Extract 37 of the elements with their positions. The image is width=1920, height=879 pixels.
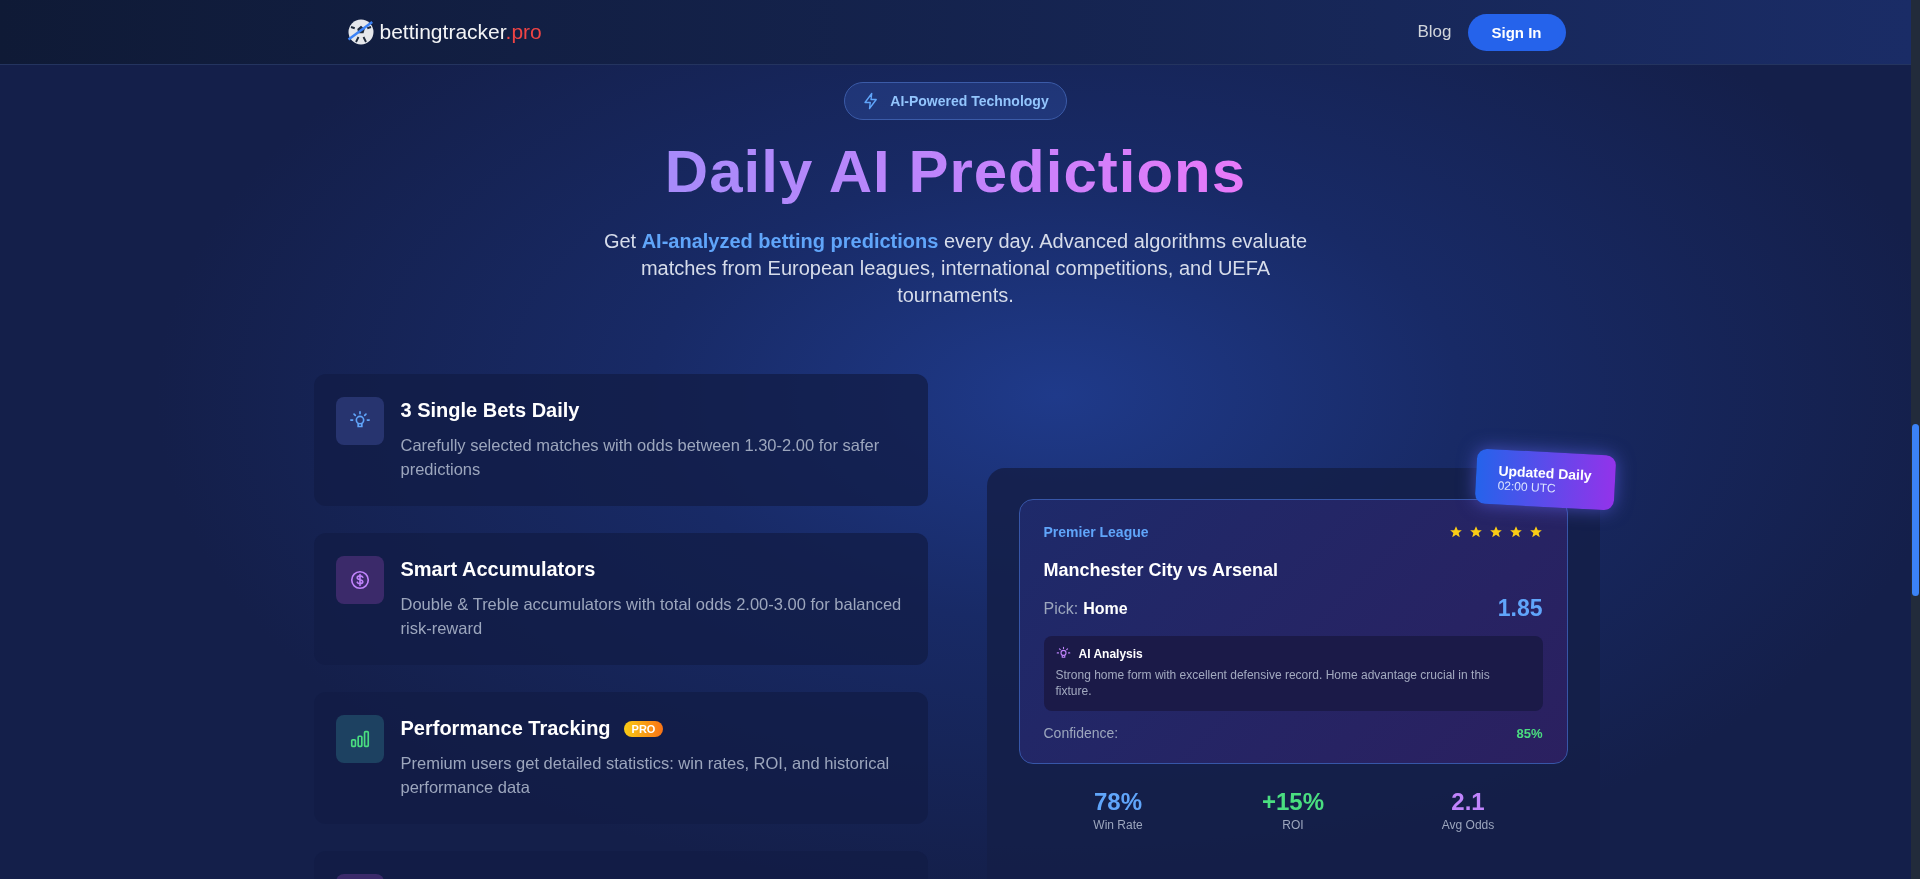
feature-title: Smart Accumulators [400,558,596,581]
stat-label: Win Rate [1092,818,1144,832]
feature-description: Carefully selected matches with odds between 1.30-2.00 for safer predictions [400,435,881,480]
dollar-icon [348,569,371,591]
lightbulb-icon [1055,646,1071,661]
star-icon [1508,525,1523,539]
sign-in-button[interactable]: Sign In [1467,13,1566,51]
pro-badge: PRO [623,720,664,737]
star-icon [1488,525,1503,539]
blog-link[interactable]: Blog [1417,22,1452,42]
stat-value: 2.1 [1450,788,1486,816]
feature-title: Performance Tracking [400,717,611,740]
technology-badge: AI-Powered Technology [844,82,1067,120]
league-name: Premier League [1043,524,1149,540]
confidence-value: 85% [1516,725,1543,741]
pick-value: Home [1083,599,1128,617]
logo-text[interactable]: bettingtracker.pro [379,20,542,44]
feature-description: Premium users get detailed statistics: win rates, ROI, and historical performance data [400,753,891,798]
pick-label: Pick: [1043,599,1079,617]
feature-title: 3 Single Bets Daily [400,399,580,422]
star-icon [1528,525,1543,539]
confidence-label: Confidence: [1043,725,1119,741]
stat-value: +15% [1260,788,1326,816]
stat-label: ROI [1281,818,1305,832]
stat-label: Avg Odds [1440,818,1496,832]
star-icon [1448,525,1463,539]
analysis-title: AI Analysis [1078,646,1143,661]
stat-value: 78% [1092,788,1143,816]
analysis-text: Strong home form with excellent defensive record. Home advantage crucial in this fixture. [1055,667,1491,699]
scrollbar-thumb[interactable] [1912,424,1919,596]
soccer-ball-icon [345,17,376,47]
star-icon [1468,525,1483,539]
match-title: Manchester City vs Arsenal [1043,560,1279,581]
bar-chart-icon [348,728,371,750]
odds-value: 1.85 [1497,595,1543,622]
feature-description: Double & Treble accumulators with total odds 2.00-3.00 for balanced risk-reward [400,594,903,639]
intro-paragraph: Get AI-analyzed betting predictions every day. Advanced algorithms evaluate matches from European leagues, international competitions, and UEFA tournaments. [602,229,1309,308]
